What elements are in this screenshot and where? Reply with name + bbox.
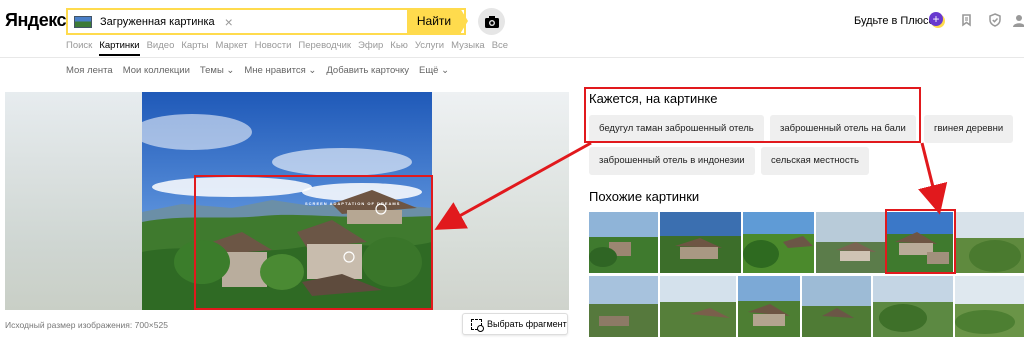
similar-image[interactable] xyxy=(738,276,800,337)
nav-all[interactable]: Все xyxy=(492,40,508,51)
subnav-add-card[interactable]: Добавить карточку xyxy=(326,65,409,76)
yandex-logo[interactable]: Яндекс xyxy=(5,10,67,31)
similar-image[interactable] xyxy=(955,276,1024,337)
tag-chip[interactable]: сельская местность xyxy=(761,147,869,175)
subnav-my-feed[interactable]: Моя лента xyxy=(66,65,113,76)
blurred-background-left xyxy=(5,92,142,310)
uploaded-image-thumbnail xyxy=(74,15,92,28)
image-viewer: SCREEN ADAPTATION OF DREAMS xyxy=(5,92,569,310)
select-fragment-label: Выбрать фрагмент xyxy=(487,319,567,329)
similar-image[interactable] xyxy=(660,212,741,273)
shield-icon[interactable] xyxy=(988,13,1002,27)
clear-icon[interactable]: × xyxy=(225,15,233,29)
nav-music[interactable]: Музыка xyxy=(451,40,485,51)
similar-image[interactable] xyxy=(873,276,953,337)
plus-badge-icon[interactable]: + xyxy=(929,12,943,26)
tag-chip[interactable]: гвинея деревни xyxy=(924,115,1014,143)
collections-icon[interactable] xyxy=(960,13,974,27)
similar-image[interactable] xyxy=(802,276,871,337)
find-button-arrow xyxy=(460,8,468,34)
similar-image[interactable] xyxy=(589,276,658,337)
arrow-to-match xyxy=(918,142,948,215)
fragment-icon xyxy=(471,318,484,332)
similar-image[interactable] xyxy=(589,212,658,273)
find-button[interactable]: Найти xyxy=(407,8,461,35)
annotation-tags-box xyxy=(584,87,921,143)
similar-image[interactable] xyxy=(816,212,885,273)
plus-promo-link[interactable]: Будьте в Плюсе xyxy=(854,15,935,27)
similar-image[interactable] xyxy=(660,276,736,337)
header-divider xyxy=(0,57,1024,58)
services-nav: Поиск Картинки Видео Карты Маркет Новост… xyxy=(66,40,515,56)
subnav-more[interactable]: Ещё ⌄ xyxy=(419,65,449,76)
nav-images[interactable]: Картинки xyxy=(99,40,140,56)
nav-news[interactable]: Новости xyxy=(255,40,292,51)
annotation-match-box xyxy=(885,209,956,274)
images-subnav: Моя лента Мои коллекции Темы ⌄ Мне нрави… xyxy=(66,65,459,76)
subnav-likes[interactable]: Мне нравится ⌄ xyxy=(244,65,316,76)
nav-search[interactable]: Поиск xyxy=(66,40,92,51)
similar-image[interactable] xyxy=(743,212,814,273)
search-value: Загруженная картинка xyxy=(100,15,215,28)
select-fragment-button[interactable]: Выбрать фрагмент xyxy=(462,313,568,335)
camera-icon[interactable] xyxy=(478,8,505,35)
nav-video[interactable]: Видео xyxy=(147,40,175,51)
nav-translator[interactable]: Переводчик xyxy=(298,40,351,51)
subnav-my-collections[interactable]: Мои коллекции xyxy=(123,65,190,76)
nav-maps[interactable]: Карты xyxy=(181,40,208,51)
nav-services[interactable]: Услуги xyxy=(415,40,444,51)
nav-efir[interactable]: Эфир xyxy=(358,40,383,51)
subnav-topics[interactable]: Темы ⌄ xyxy=(200,65,235,76)
nav-market[interactable]: Маркет xyxy=(215,40,247,51)
similar-title: Похожие картинки xyxy=(589,189,700,204)
nav-q[interactable]: Кью xyxy=(390,40,408,51)
user-icon[interactable] xyxy=(1012,13,1024,27)
similar-image[interactable] xyxy=(955,212,1024,273)
tag-chip[interactable]: заброшенный отель в индонезии xyxy=(589,147,755,175)
blurred-background-right xyxy=(432,92,569,310)
search-input[interactable]: Загруженная картинка × xyxy=(66,8,466,35)
annotation-object-box xyxy=(194,175,433,310)
original-size-text: Исходный размер изображения: 700×525 xyxy=(5,320,168,330)
